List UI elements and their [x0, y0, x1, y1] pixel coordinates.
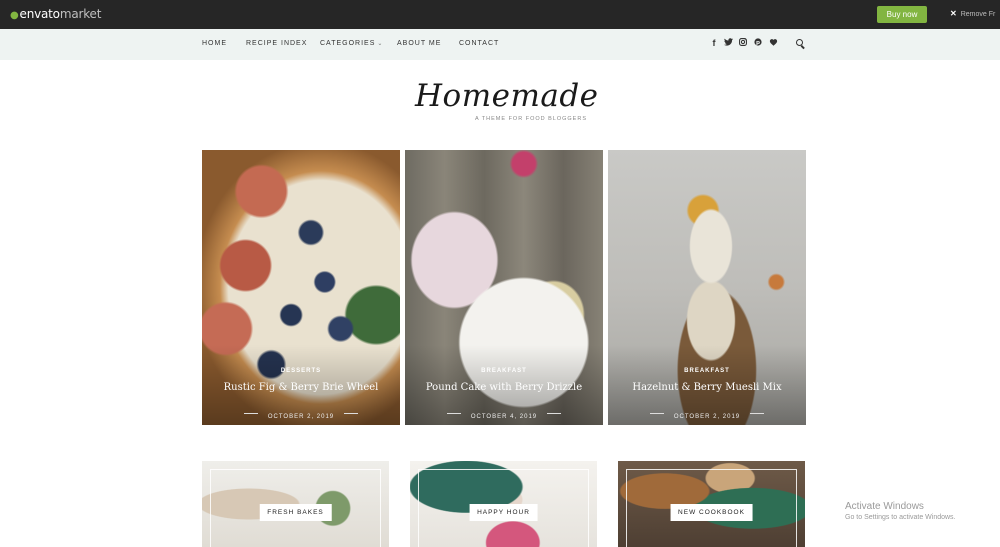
- divider: [649, 413, 664, 415]
- post-date: OCTOBER 2, 2019: [673, 414, 741, 420]
- post-date: OCTOBER 2, 2019: [267, 414, 335, 420]
- promo-label[interactable]: FRESH BAKES: [259, 504, 332, 521]
- pinterest-icon[interactable]: p: [753, 38, 763, 48]
- twitter-icon[interactable]: [723, 38, 733, 48]
- buy-now-button[interactable]: Buy now: [877, 6, 927, 23]
- nav-item-categories[interactable]: CATEGORIES ⌄: [320, 40, 383, 47]
- search-icon-handle: [800, 45, 805, 49]
- instagram-icon[interactable]: [738, 38, 748, 48]
- nav-item-recipe-index[interactable]: RECIPE INDEX: [246, 40, 307, 47]
- promo-label[interactable]: NEW COOKBOOK: [670, 504, 753, 521]
- svg-text:p: p: [756, 40, 760, 46]
- leaf-icon: ●: [10, 10, 19, 21]
- post-title[interactable]: Pound Cake with Berry Drizzle: [405, 382, 603, 393]
- site-logo-text: Homemade: [415, 78, 599, 114]
- promo-card-new-cookbook[interactable]: NEW COOKBOOK: [618, 461, 805, 547]
- nav-item-home[interactable]: HOME: [202, 40, 227, 47]
- post-category[interactable]: DESSERTS: [202, 368, 400, 374]
- post-meta: OCTOBER 2, 2019: [202, 405, 400, 423]
- envato-logo[interactable]: ●envatomarket: [10, 7, 101, 21]
- promo-card-happy-hour[interactable]: HAPPY HOUR: [410, 461, 597, 547]
- facebook-icon[interactable]: f: [709, 38, 719, 48]
- post-category[interactable]: BREAKFAST: [405, 368, 603, 374]
- featured-post-card[interactable]: BREAKFAST Hazelnut & Berry Muesli Mix OC…: [608, 150, 806, 425]
- divider: [446, 413, 461, 415]
- nav-item-categories-label: CATEGORIES: [320, 40, 376, 47]
- post-title[interactable]: Hazelnut & Berry Muesli Mix: [608, 382, 806, 393]
- post-meta: OCTOBER 4, 2019: [405, 405, 603, 423]
- promo-card-fresh-bakes[interactable]: FRESH BAKES: [202, 461, 389, 547]
- promo-label[interactable]: HAPPY HOUR: [469, 504, 538, 521]
- featured-post-card[interactable]: DESSERTS Rustic Fig & Berry Brie Wheel O…: [202, 150, 400, 425]
- featured-post-card[interactable]: BREAKFAST Pound Cake with Berry Drizzle …: [405, 150, 603, 425]
- post-title[interactable]: Rustic Fig & Berry Brie Wheel: [202, 382, 400, 393]
- site-tagline: A THEME FOR FOOD BLOGGERS: [475, 116, 587, 122]
- main-navigation: HOME RECIPE INDEX CATEGORIES ⌄ ABOUT ME C…: [0, 29, 1000, 60]
- nav-item-about-me[interactable]: ABOUT ME: [397, 40, 441, 47]
- windows-activation-watermark: Activate Windows Go to Settings to activ…: [845, 501, 956, 521]
- divider: [750, 413, 765, 415]
- post-meta: OCTOBER 2, 2019: [608, 405, 806, 423]
- post-category[interactable]: BREAKFAST: [608, 368, 806, 374]
- envato-top-bar: ●envatomarket Buy now ✕ Remove Fr: [0, 0, 1000, 29]
- divider: [547, 413, 562, 415]
- heart-icon[interactable]: [768, 38, 778, 48]
- close-icon: ✕: [950, 9, 957, 18]
- watermark-title: Activate Windows: [845, 501, 924, 512]
- remove-frame-button[interactable]: ✕ Remove Fr: [950, 9, 995, 18]
- watermark-subtitle: Go to Settings to activate Windows.: [845, 514, 956, 521]
- divider: [243, 413, 258, 415]
- post-date: OCTOBER 4, 2019: [470, 414, 538, 420]
- site-logo[interactable]: Homemade A THEME FOR FOOD BLOGGERS: [415, 78, 599, 122]
- nav-item-contact[interactable]: CONTACT: [459, 40, 499, 47]
- chevron-down-icon: ⌄: [377, 41, 384, 47]
- divider: [344, 413, 359, 415]
- search-icon[interactable]: [796, 39, 805, 49]
